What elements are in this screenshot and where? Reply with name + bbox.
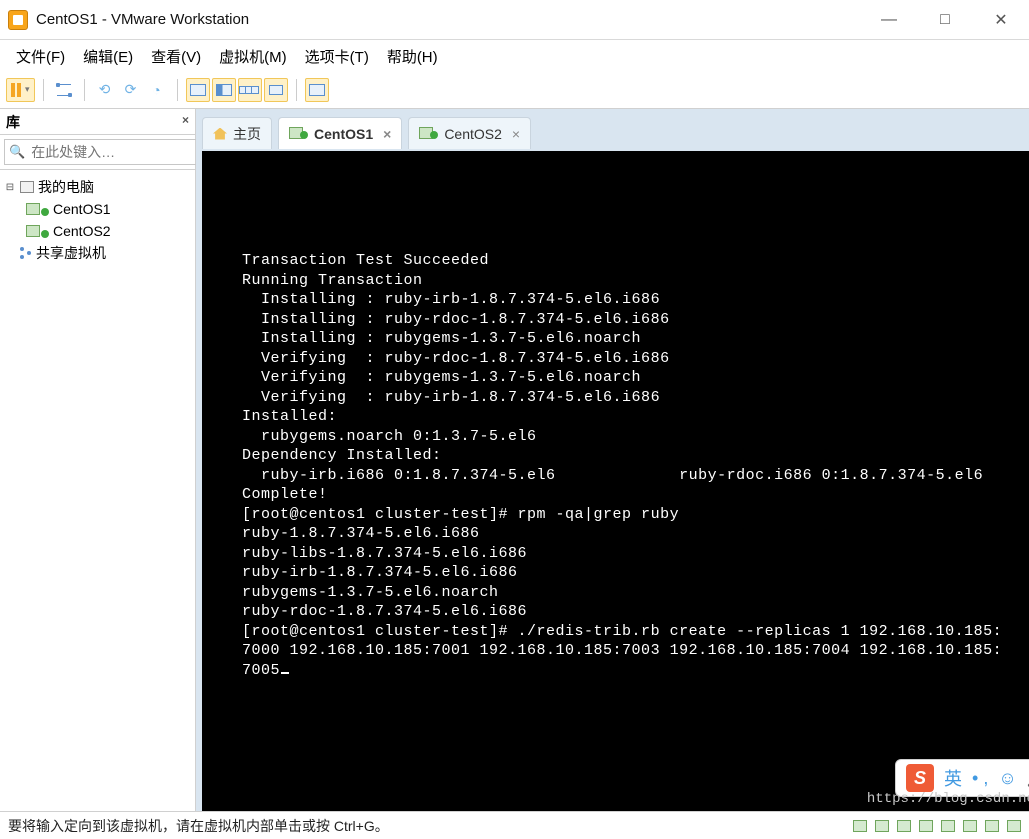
device-sound-icon[interactable]	[963, 820, 977, 832]
tab-centos2[interactable]: CentOS2 ×	[408, 117, 531, 149]
vm-console[interactable]: Transaction Test SucceededRunning Transa…	[202, 151, 1029, 811]
tree-collapse-icon[interactable]: ⊟	[4, 181, 16, 193]
statusbar: 要将输入定向到该虚拟机，请在虚拟机内部单击或按 Ctrl+G。	[0, 811, 1029, 839]
tab-home-label: 主页	[233, 124, 261, 144]
toolbar: ▾ ⟲ ⟳ ◔	[0, 72, 1029, 108]
menubar: 文件(F) 编辑(E) 查看(V) 虚拟机(M) 选项卡(T) 帮助(H)	[0, 40, 1029, 72]
fullscreen-button[interactable]	[186, 78, 210, 102]
device-printer-icon[interactable]	[985, 820, 999, 832]
menu-vm[interactable]: 虚拟机(M)	[213, 44, 293, 69]
menu-view[interactable]: 查看(V)	[145, 44, 207, 69]
ime-logo-icon[interactable]: S	[906, 764, 934, 792]
device-net-icon[interactable]	[919, 820, 933, 832]
running-dot-icon	[41, 208, 49, 216]
tree-root-mycomputer[interactable]: ⊟ 我的电脑	[4, 176, 191, 198]
tab-strip: 主页 CentOS1 × CentOS2 ×	[202, 115, 1029, 151]
search-icon: 🔍	[9, 144, 25, 160]
running-dot-icon	[41, 230, 49, 238]
menu-tabs[interactable]: 选项卡(T)	[299, 44, 375, 69]
tree-shared-vms[interactable]: 共享虚拟机	[4, 242, 191, 264]
revert-snapshot-button[interactable]: ⟳	[119, 78, 143, 102]
menu-help[interactable]: 帮助(H)	[381, 44, 444, 69]
shared-icon	[20, 247, 32, 259]
vm-icon	[26, 225, 40, 237]
tab-home[interactable]: 主页	[202, 117, 272, 149]
console-view-button[interactable]	[305, 78, 329, 102]
snapshot-button[interactable]	[52, 78, 76, 102]
device-floppy-icon[interactable]	[897, 820, 911, 832]
app-icon	[8, 10, 28, 30]
running-dot-icon	[300, 131, 308, 139]
tab-close-icon[interactable]: ×	[383, 126, 391, 142]
vm-icon	[26, 203, 40, 215]
search-input[interactable]	[29, 143, 214, 161]
menu-edit[interactable]: 编辑(E)	[77, 44, 139, 69]
window-title: CentOS1 - VMware Workstation	[36, 11, 249, 28]
manage-snapshot-button[interactable]: ◔	[145, 78, 169, 102]
sidebar-close-icon[interactable]: ×	[182, 113, 189, 127]
library-tree: ⊟ 我的电脑 CentOS1 CentOS2 共享虚拟机	[0, 170, 195, 270]
minimize-button[interactable]: —	[861, 0, 917, 39]
ime-punct-icon[interactable]: • ,	[972, 768, 988, 789]
home-icon	[213, 128, 227, 140]
sidebar-search[interactable]: 🔍	[4, 139, 219, 165]
sidebar-title: 库	[6, 112, 20, 132]
ime-floating-bar[interactable]: S 英 • , ☺ 🎤	[895, 759, 1029, 797]
ime-emoji-icon[interactable]: ☺	[998, 768, 1016, 789]
take-snapshot-button[interactable]: ⟲	[93, 78, 117, 102]
maximize-button[interactable]: □	[917, 0, 973, 39]
sidebar-header: 库 ×	[0, 109, 195, 135]
window-titlebar: CentOS1 - VMware Workstation — □ ✕	[0, 0, 1029, 40]
tree-item-centos1[interactable]: CentOS1	[4, 198, 191, 220]
tree-root-label: 我的电脑	[38, 177, 94, 197]
tree-shared-label: 共享虚拟机	[36, 243, 106, 263]
tree-leaf-icon	[4, 247, 16, 259]
tab-centos2-label: CentOS2	[444, 126, 502, 142]
window-controls: — □ ✕	[861, 0, 1029, 39]
computer-icon	[20, 181, 34, 193]
power-controls-button[interactable]: ▾	[6, 78, 35, 102]
device-display-icon[interactable]	[1007, 820, 1021, 832]
ime-lang-button[interactable]: 英	[944, 765, 962, 791]
tree-item-label: CentOS2	[53, 223, 111, 239]
device-cd-icon[interactable]	[875, 820, 889, 832]
statusbar-device-icons	[853, 820, 1021, 832]
tree-item-centos2[interactable]: CentOS2	[4, 220, 191, 242]
device-hdd-icon[interactable]	[853, 820, 867, 832]
close-button[interactable]: ✕	[973, 0, 1029, 39]
thumbnail-button[interactable]	[238, 78, 262, 102]
running-dot-icon	[430, 131, 438, 139]
content-container: 库 × 🔍 ▾ ⊟ 我的电脑 CentOS1 CentOS2	[0, 108, 1029, 811]
tab-centos1[interactable]: CentOS1 ×	[278, 117, 402, 149]
tab-close-icon[interactable]: ×	[512, 126, 520, 142]
menu-file[interactable]: 文件(F)	[10, 44, 71, 69]
device-usb-icon[interactable]	[941, 820, 955, 832]
stretch-button[interactable]	[264, 78, 288, 102]
sidebar-search-row: 🔍 ▾	[0, 135, 195, 170]
tab-centos1-label: CentOS1	[314, 126, 373, 142]
unity-button[interactable]	[212, 78, 236, 102]
tree-item-label: CentOS1	[53, 201, 111, 217]
sidebar: 库 × 🔍 ▾ ⊟ 我的电脑 CentOS1 CentOS2	[0, 109, 196, 811]
statusbar-message: 要将输入定向到该虚拟机，请在虚拟机内部单击或按 Ctrl+G。	[8, 816, 389, 836]
main-area: 主页 CentOS1 × CentOS2 × Transaction Test …	[196, 109, 1029, 811]
